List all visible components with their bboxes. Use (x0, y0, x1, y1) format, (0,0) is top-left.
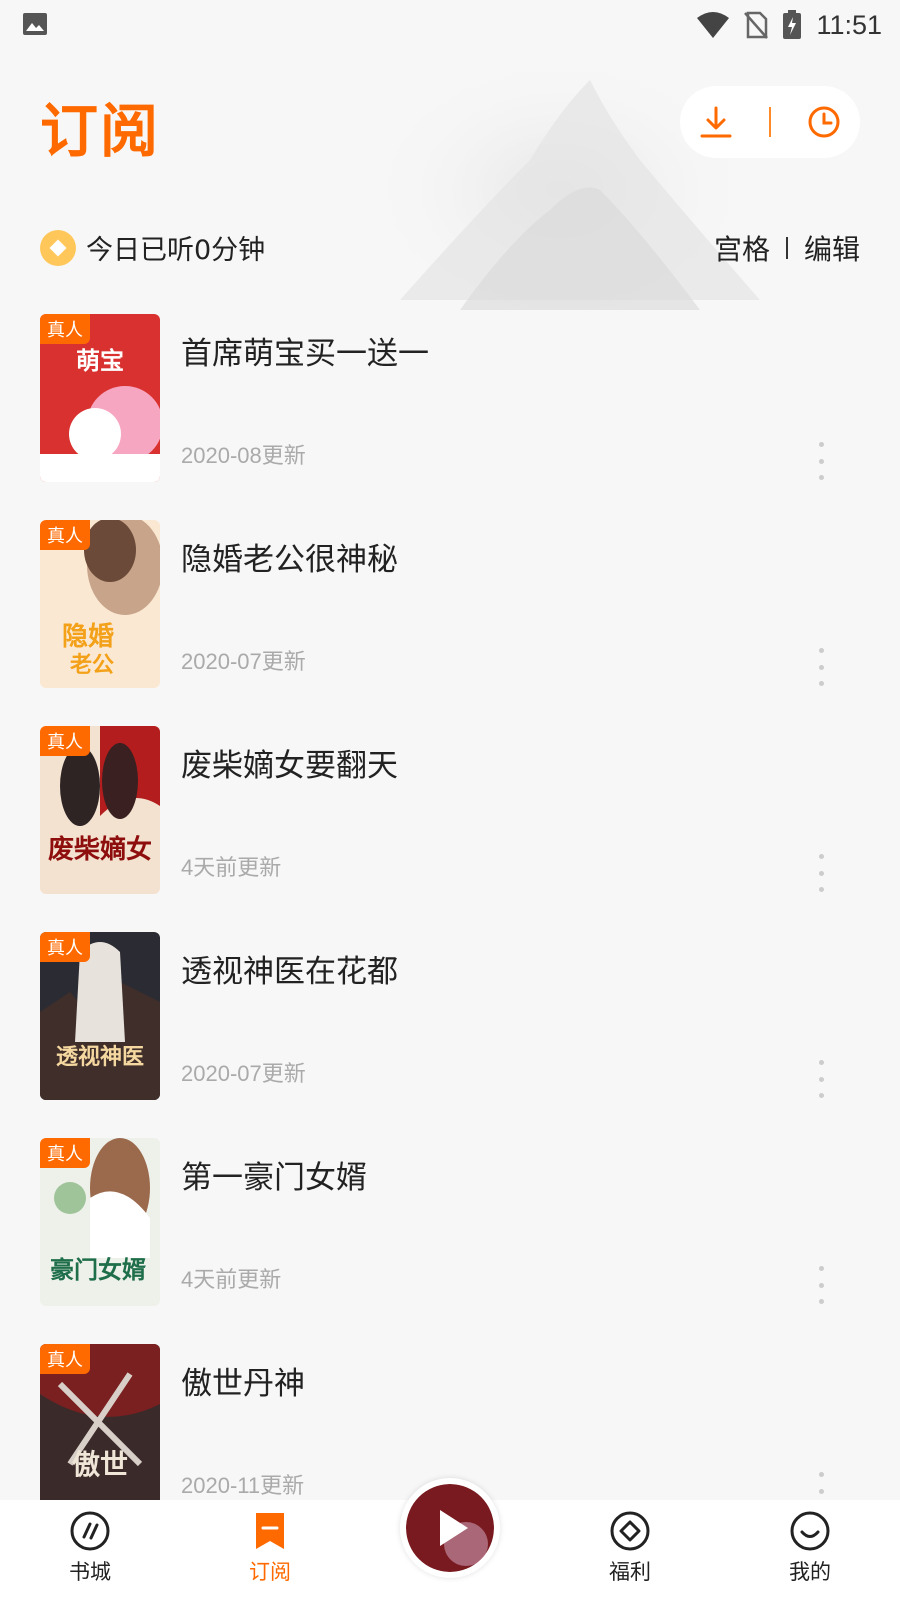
tag-badge: 真人 (40, 932, 90, 962)
status-bar: 11:51 (0, 0, 900, 50)
nav-label: 福利 (609, 1560, 651, 1584)
wifi-icon (697, 12, 730, 38)
tag-badge: 真人 (40, 314, 90, 344)
svg-text:萌宝: 萌宝 (76, 347, 124, 375)
more-options-button[interactable] (806, 442, 836, 480)
book-title: 隐婚老公很神秘 (181, 542, 398, 578)
mountain-backdrop (360, 50, 760, 330)
nav-label: 订阅 (249, 1560, 291, 1584)
book-title: 废柴嫡女要翻天 (181, 748, 398, 784)
now-playing-cover (406, 1484, 494, 1572)
book-cover[interactable]: 萌宝 真人 (40, 314, 160, 482)
book-cover[interactable]: 透视神医 真人 (40, 932, 160, 1100)
download-button[interactable] (696, 102, 736, 142)
update-time: 2020-07更新 (181, 649, 306, 674)
update-time: 2020-08更新 (181, 443, 306, 468)
book-title: 透视神医在花都 (181, 954, 398, 990)
tag-badge: 真人 (40, 726, 90, 756)
update-time: 2020-11更新 (181, 1473, 305, 1498)
nav-bookstore[interactable]: 书城 (30, 1510, 150, 1594)
subscription-list: 萌宝 真人 首席萌宝买一送一 2020-08更新 隐婚 老公 真人 隐婚老公很神… (40, 314, 870, 1550)
bookmark-icon (256, 1513, 284, 1549)
history-button[interactable] (804, 102, 844, 142)
book-cover[interactable]: 隐婚 老公 真人 (40, 520, 160, 688)
list-item[interactable]: 废柴嫡女 真人 废柴嫡女要翻天 4天前更新 (40, 726, 870, 932)
book-title: 首席萌宝买一送一 (181, 336, 429, 372)
update-time: 2020-07更新 (181, 1061, 306, 1086)
list-item[interactable]: 隐婚 老公 真人 隐婚老公很神秘 2020-07更新 (40, 520, 870, 726)
nav-label: 我的 (789, 1560, 831, 1584)
tag-badge: 真人 (40, 520, 90, 550)
image-icon (23, 13, 47, 35)
svg-text:废柴嫡女: 废柴嫡女 (48, 834, 152, 865)
divider (768, 107, 771, 137)
book-cover[interactable]: 傲世 真人 (40, 1344, 160, 1512)
smile-icon (790, 1511, 830, 1551)
nav-subscription[interactable]: 订阅 (210, 1510, 330, 1594)
list-item[interactable]: 透视神医 真人 透视神医在花都 2020-07更新 (40, 932, 870, 1138)
more-options-button[interactable] (806, 1266, 836, 1304)
tag-badge: 真人 (40, 1138, 90, 1168)
bookstore-icon (70, 1511, 110, 1551)
list-item[interactable]: 豪门女婿 真人 第一豪门女婿 4天前更新 (40, 1138, 870, 1344)
more-options-button[interactable] (806, 1060, 836, 1098)
welfare-icon (610, 1511, 650, 1551)
status-time: 11:51 (816, 9, 882, 40)
svg-text:隐婚: 隐婚 (62, 622, 114, 652)
listen-time: 今日已听0分钟 (40, 228, 265, 267)
nav-welfare[interactable]: 福利 (570, 1510, 690, 1594)
svg-text:傲世: 傲世 (72, 1448, 128, 1481)
listen-time-text: 今日已听0分钟 (86, 235, 266, 266)
grid-view-button[interactable]: 宫格 (714, 228, 770, 268)
tag-badge: 真人 (40, 1344, 90, 1374)
battery-charging-icon (783, 10, 802, 39)
more-options-button[interactable] (806, 648, 836, 686)
book-cover[interactable]: 废柴嫡女 真人 (40, 726, 160, 894)
view-toggle: 宫格 编辑 (714, 228, 860, 268)
header-actions (680, 86, 860, 158)
player-button[interactable] (400, 1478, 500, 1578)
edit-button[interactable]: 编辑 (804, 228, 860, 268)
page-title: 订阅 (40, 97, 161, 165)
svg-text:豪门女婿: 豪门女婿 (50, 1256, 146, 1284)
book-cover[interactable]: 豪门女婿 真人 (40, 1138, 160, 1306)
play-icon (440, 1510, 468, 1546)
nav-label: 书城 (69, 1560, 111, 1584)
divider (785, 237, 788, 259)
book-title: 傲世丹神 (181, 1366, 305, 1402)
history-clock-icon (808, 106, 840, 138)
update-time: 4天前更新 (181, 855, 282, 880)
nav-mine[interactable]: 我的 (750, 1510, 870, 1594)
no-sim-icon (744, 11, 769, 39)
download-icon (700, 106, 732, 138)
coin-icon (40, 229, 76, 266)
book-title: 第一豪门女婿 (181, 1160, 367, 1196)
update-time: 4天前更新 (181, 1267, 282, 1292)
list-item[interactable]: 萌宝 真人 首席萌宝买一送一 2020-08更新 (40, 314, 870, 520)
svg-text:老公: 老公 (69, 653, 114, 678)
svg-text:透视神医: 透视神医 (56, 1044, 144, 1070)
more-options-button[interactable] (806, 854, 836, 892)
